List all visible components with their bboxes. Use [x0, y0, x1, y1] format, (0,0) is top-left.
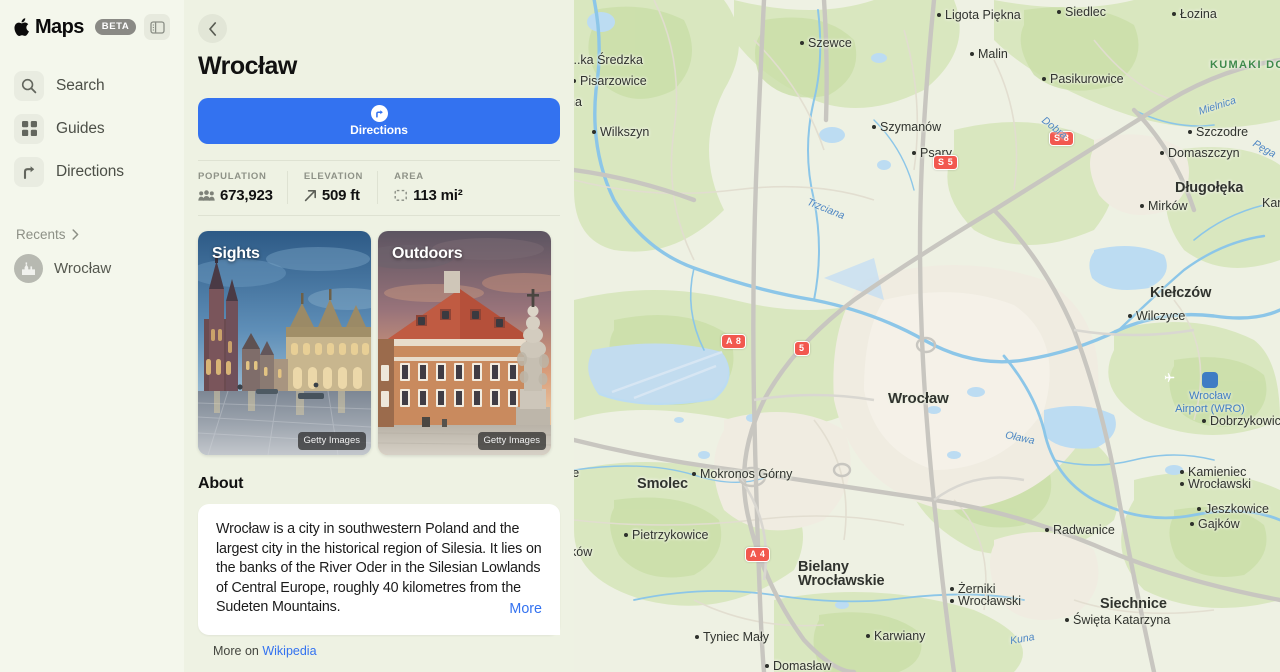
- map-town-dot: [1160, 151, 1164, 155]
- map-town-dot: [912, 151, 916, 155]
- sidebar-item-guides[interactable]: Guides: [12, 107, 172, 150]
- directions-button[interactable]: Directions: [198, 98, 560, 144]
- map-town-dot: [765, 664, 769, 668]
- map-terrain: [574, 0, 1280, 672]
- grid-icon: [14, 113, 44, 144]
- photo-card-sights[interactable]: Sights Getty Images: [198, 231, 371, 455]
- stat-label: AREA: [394, 171, 424, 182]
- photo-cards-row: Sights Getty Images Outdoors Getty Image…: [198, 231, 560, 455]
- sidebar-item-label: Guides: [56, 119, 105, 137]
- stat-value: 509 ft: [321, 187, 360, 204]
- sidebar-item-label: Search: [56, 76, 105, 94]
- stats-row: POPULATION 673,923 ELEVATION 509 ft AREA…: [198, 161, 560, 215]
- beta-badge: BETA: [94, 18, 137, 36]
- city-avatar-icon: [14, 254, 43, 283]
- photo-card-title: Outdoors: [392, 245, 463, 262]
- page-title: Wrocław: [198, 52, 297, 80]
- map-town-dot: [800, 41, 804, 45]
- recent-item-wroclaw[interactable]: Wrocław: [12, 254, 172, 283]
- map-town-dot: [1057, 10, 1061, 14]
- highway-shield: 5: [794, 341, 810, 356]
- map-town-dot: [1045, 528, 1049, 532]
- recents-header[interactable]: Recents: [12, 227, 172, 242]
- sidebar-item-directions[interactable]: Directions: [12, 150, 172, 193]
- dashed-square-icon: [394, 189, 407, 201]
- stat-elevation: ELEVATION 509 ft: [286, 171, 377, 204]
- photo-credit: Getty Images: [477, 432, 546, 450]
- place-detail-panel: Wrocław Directions POPULATION 673,923 EL…: [184, 0, 574, 672]
- sights-photo: [198, 231, 371, 455]
- map-town-dot: [592, 130, 596, 134]
- stat-value: 113 mi²: [413, 187, 463, 204]
- map-town-dot: [1190, 522, 1194, 526]
- map-town-dot: [692, 472, 696, 476]
- photo-credit: Getty Images: [297, 432, 366, 450]
- about-more-link[interactable]: More: [503, 601, 542, 617]
- sidebar-toggle-button[interactable]: [144, 14, 170, 40]
- recent-item-label: Wrocław: [54, 260, 112, 277]
- brand-name: Maps: [35, 15, 84, 38]
- map-town-dot: [970, 52, 974, 56]
- sidebar-item-search[interactable]: Search: [12, 64, 172, 107]
- stat-population: POPULATION 673,923: [198, 171, 287, 204]
- map-town-dot: [937, 13, 941, 17]
- map-town-dot: [1172, 12, 1176, 16]
- about-text: Wrocław is a city in southwestern Poland…: [216, 521, 542, 615]
- sidebar-toggle-icon: [149, 20, 165, 34]
- photo-card-title: Sights: [212, 245, 260, 262]
- arrow-up-right-icon: [304, 190, 316, 202]
- map-town-dot: [1197, 507, 1201, 511]
- highway-shield: S 5: [933, 155, 959, 170]
- map-town-dot: [1180, 470, 1184, 474]
- apple-logo-icon: [14, 18, 29, 36]
- map-canvas[interactable]: Szewce Malin Siedlec Ligota Piękna Łozina Pas…: [574, 0, 1280, 672]
- turn-right-arrow-icon: [370, 105, 388, 122]
- stat-area: AREA 113 mi²: [377, 171, 476, 204]
- map-town-dot: [1128, 314, 1132, 318]
- sidebar: Maps BETA Search Guides Directions Recen…: [0, 0, 184, 672]
- stats-section: POPULATION 673,923 ELEVATION 509 ft AREA…: [198, 160, 560, 216]
- sidebar-item-label: Directions: [56, 162, 124, 180]
- map-town-dot: [950, 599, 954, 603]
- photo-card-outdoors[interactable]: Outdoors Getty Images: [378, 231, 551, 455]
- outdoors-photo: [378, 231, 551, 455]
- wikipedia-link[interactable]: Wikipedia: [262, 644, 316, 658]
- about-heading: About: [198, 475, 244, 492]
- map-town-dot: [624, 533, 628, 537]
- map-town-dot: [1042, 77, 1046, 81]
- people-group-icon: [198, 190, 215, 201]
- map-town-dot: [1188, 130, 1192, 134]
- maps-app-window: Maps BETA Search Guides Directions Recen…: [0, 0, 1280, 672]
- map-town-dot: [1140, 204, 1144, 208]
- source-attribution: More on Wikipedia: [198, 644, 560, 658]
- sidebar-nav: Search Guides Directions: [12, 64, 172, 193]
- highway-shield: S 8: [1049, 131, 1075, 146]
- highway-shield: A 4: [745, 547, 771, 562]
- stat-label: ELEVATION: [303, 171, 364, 182]
- directions-button-label: Directions: [350, 123, 408, 137]
- chevron-right-icon: [71, 229, 78, 240]
- source-prefix: More on: [213, 644, 259, 658]
- stat-label: POPULATION: [198, 171, 267, 182]
- map-town-dot: [1180, 482, 1184, 486]
- search-icon: [14, 70, 44, 101]
- map-town-dot: [950, 587, 954, 591]
- back-button[interactable]: [198, 14, 227, 43]
- map-town-dot: [866, 634, 870, 638]
- map-town-dot: [872, 125, 876, 129]
- recents-label: Recents: [16, 227, 66, 242]
- about-card: Wrocław is a city in southwestern Poland…: [198, 504, 560, 635]
- brand-row: Maps BETA: [12, 0, 172, 54]
- turn-right-arrow-icon: [14, 156, 44, 187]
- highway-shield: A 8: [721, 334, 747, 349]
- chevron-left-icon: [209, 21, 217, 36]
- about-text-fade: [420, 614, 560, 635]
- map-town-dot: [695, 635, 699, 639]
- map-town-dot: [1065, 618, 1069, 622]
- stat-value: 673,923: [220, 187, 273, 204]
- map-town-dot: [1202, 419, 1206, 423]
